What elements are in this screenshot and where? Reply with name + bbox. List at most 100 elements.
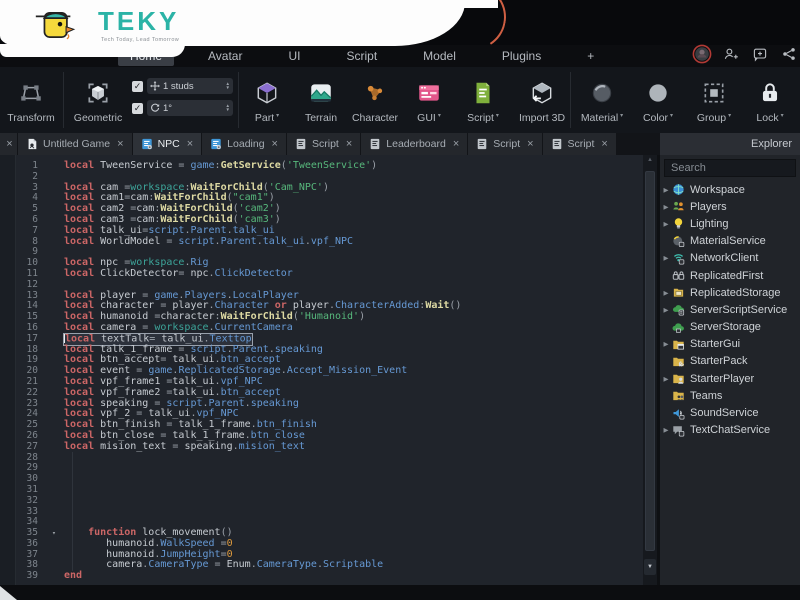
expand-arrow-icon[interactable]: ▶: [660, 220, 672, 228]
explorer-item-networkclient[interactable]: ▶ NetworkClient: [660, 250, 800, 267]
snap-value-field[interactable]: 1° ▲ ▼: [147, 100, 233, 116]
explorer-item-starterplayer[interactable]: ▶ StarterPlayer: [660, 370, 800, 387]
ribbon-material-button[interactable]: Material ▾: [574, 67, 630, 133]
ribbon-gui-button[interactable]: GUI ▾: [402, 67, 456, 133]
ribbon-part-button[interactable]: Part ▾: [240, 67, 294, 133]
stepper-arrows[interactable]: ▲ ▼: [226, 103, 230, 112]
expand-arrow-icon[interactable]: ▶: [660, 289, 672, 297]
document-tabstrip: × Untitled Game × NPC × Loading × Script × Leader…: [0, 133, 800, 155]
explorer-search-input[interactable]: [664, 159, 796, 177]
close-tab-icon[interactable]: ×: [601, 138, 607, 150]
code-line[interactable]: 27 local mision_text = speaking.mision_te…: [0, 441, 643, 453]
code-line[interactable]: 31: [0, 484, 643, 496]
fold-arrow-icon[interactable]: ▾: [44, 528, 64, 539]
ribbon-separator: [570, 72, 571, 128]
explorer-item-materialservice[interactable]: MaterialService: [660, 233, 800, 250]
ribbon-color-button[interactable]: Color ▾: [630, 67, 686, 133]
expand-arrow-icon[interactable]: ▶: [660, 254, 672, 262]
expand-arrow-icon[interactable]: ▶: [660, 203, 672, 211]
explorer-item-startergui[interactable]: ▶ StarterGui: [660, 336, 800, 353]
close-tab-icon[interactable]: ×: [453, 138, 459, 150]
code-line[interactable]: 38 camera.CameraType = Enum.CameraType.S…: [0, 560, 643, 571]
menu-tab-plugins[interactable]: Plugins: [490, 46, 553, 66]
close-tab-icon[interactable]: ×: [272, 138, 278, 150]
code-line[interactable]: 16 local camera = workspace.CurrentCamera: [0, 322, 643, 334]
code-line[interactable]: 8 local WorldModel = script.Parent.talk_u…: [0, 236, 643, 248]
doc-tab-partial[interactable]: ×: [0, 133, 17, 155]
expand-arrow-icon[interactable]: ▶: [660, 306, 672, 314]
starter-player-icon: [672, 372, 686, 385]
close-tab-icon[interactable]: ×: [6, 138, 12, 150]
code-line[interactable]: 11 local ClickDetector= npc.ClickDetector: [0, 268, 643, 280]
explorer-item-textchatservice[interactable]: ▶ TextChatService: [660, 422, 800, 439]
close-tab-icon[interactable]: ×: [527, 138, 533, 150]
explorer-item-soundservice[interactable]: SoundService: [660, 404, 800, 421]
menu-tab-plus[interactable]: +: [575, 46, 606, 66]
doc-tab-leaderboard[interactable]: Leaderboard ×: [361, 133, 468, 155]
explorer-item-workspace[interactable]: ▶ Workspace: [660, 181, 800, 198]
scroll-up-icon[interactable]: ▲: [643, 157, 657, 163]
snap-checkbox[interactable]: ✓: [132, 80, 143, 92]
account-avatar-button[interactable]: [692, 44, 712, 65]
code-line[interactable]: 28: [0, 452, 643, 464]
place-icon: [26, 138, 38, 150]
expand-arrow-icon[interactable]: ▶: [660, 375, 672, 383]
line-number: 12: [26, 278, 38, 290]
stepper-arrows[interactable]: ▲ ▼: [226, 81, 230, 90]
expand-arrow-icon[interactable]: ▶: [660, 426, 672, 434]
fold-column: [44, 453, 64, 464]
script-editor[interactable]: 1 local TweenService = game:GetService('T…: [0, 155, 643, 585]
ribbon-import-3d-button[interactable]: Import 3D: [510, 67, 574, 133]
code-line[interactable]: 32: [0, 495, 643, 507]
fold-column: [44, 409, 64, 420]
close-tab-icon[interactable]: ×: [346, 138, 352, 150]
share-button[interactable]: [780, 47, 798, 65]
ribbon-group-button[interactable]: Group ▾: [686, 67, 742, 133]
comments-button[interactable]: [751, 47, 769, 65]
explorer-item-teams[interactable]: Teams: [660, 387, 800, 404]
explorer-panel: ▶Workspace▶Players▶LightingMaterialServi…: [660, 155, 800, 585]
doc-tab-npc[interactable]: NPC ×: [132, 133, 202, 155]
expand-arrow-icon[interactable]: ▶: [660, 340, 672, 348]
teky-duck-logo-icon: [34, 6, 86, 49]
snap-checkbox[interactable]: ✓: [132, 102, 143, 114]
explorer-item-serverstorage[interactable]: ServerStorage: [660, 319, 800, 336]
expand-arrow-icon[interactable]: ▶: [660, 186, 672, 194]
ribbon-transform-button[interactable]: Transform: [0, 67, 62, 133]
ribbon-script-button[interactable]: Script ▾: [456, 67, 510, 133]
snap-value-field[interactable]: 1 studs ▲ ▼: [147, 78, 233, 94]
explorer-item-starterpack[interactable]: StarterPack: [660, 353, 800, 370]
ribbon-terrain-button[interactable]: Terrain: [294, 67, 348, 133]
code-line[interactable]: 39 end: [0, 570, 643, 582]
code-line[interactable]: 29: [0, 463, 643, 474]
explorer-item-serverscriptservice[interactable]: ▶ ServerScriptService: [660, 301, 800, 318]
editor-scrollbar[interactable]: ▲ ▼: [643, 155, 657, 585]
code-line[interactable]: 30: [0, 473, 643, 485]
ribbon-lock-button[interactable]: Lock ▾: [742, 67, 798, 133]
localscript-icon: [141, 138, 153, 150]
close-tab-icon[interactable]: ×: [187, 138, 193, 150]
line-number: 7: [32, 224, 38, 236]
gui-icon: [416, 75, 442, 111]
code-line[interactable]: 1 local TweenService = game:GetService('T…: [0, 160, 643, 172]
ribbon-character-button[interactable]: Character: [348, 67, 402, 133]
explorer-item-replicatedfirst[interactable]: ReplicatedFirst: [660, 267, 800, 284]
add-collaborator-button[interactable]: [722, 47, 740, 65]
scroll-down-icon[interactable]: ▼: [644, 559, 656, 575]
explorer-item-lighting[interactable]: ▶ Lighting: [660, 215, 800, 232]
doc-tab-loading[interactable]: Loading ×: [202, 133, 286, 155]
line-number: 2: [32, 170, 38, 182]
scrollbar-thumb[interactable]: [645, 171, 655, 551]
doc-tab-script[interactable]: Script ×: [542, 133, 616, 155]
close-tab-icon[interactable]: ×: [117, 138, 123, 150]
sound-icon: [672, 407, 686, 420]
ribbon-separator: [238, 72, 239, 128]
doc-tab-untitled-game[interactable]: Untitled Game ×: [18, 133, 132, 155]
ribbon-geometric-button[interactable]: Geometric: [66, 67, 130, 133]
doc-tab-script[interactable]: Script ×: [468, 133, 542, 155]
doc-tab-script[interactable]: Script ×: [286, 133, 361, 155]
explorer-item-players[interactable]: ▶ Players: [660, 198, 800, 215]
brand-logo: TEKY Tech Today, Lead Tomorrow: [0, 0, 470, 58]
code-line[interactable]: 33: [0, 506, 643, 518]
explorer-item-replicatedstorage[interactable]: ▶ ReplicatedStorage: [660, 284, 800, 301]
